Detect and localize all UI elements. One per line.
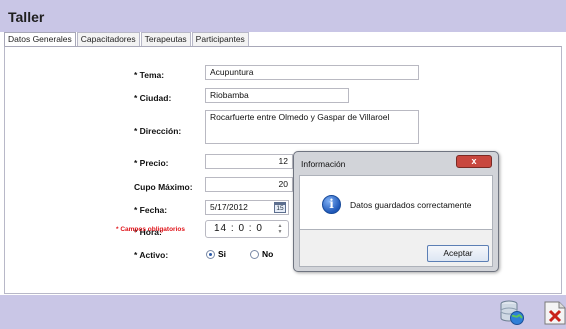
tab-datos-generales[interactable]: Datos Generales <box>4 32 76 47</box>
tab-strip: Datos Generales Capacitadores Terapeutas… <box>4 32 250 47</box>
radio-unselected-icon <box>250 249 259 259</box>
radio-selected-icon <box>206 249 215 259</box>
radio-no-label: No <box>262 249 274 259</box>
ciudad-input[interactable]: Riobamba <box>205 88 349 103</box>
tab-terapeutas[interactable]: Terapeutas <box>140 32 191 46</box>
activo-label: * Activo: <box>134 250 169 260</box>
save-database-icon[interactable] <box>498 298 526 326</box>
hora-timepicker[interactable]: 14 : 0 : 0 ▲ ▼ <box>205 220 289 238</box>
window-title: Taller <box>8 9 45 25</box>
activo-radio-si[interactable]: Si <box>206 249 226 259</box>
ciudad-label: * Ciudad: <box>134 93 172 103</box>
required-fields-note: * Campos obligatorios <box>116 226 185 233</box>
app-window: Taller Datos Generales Capacitadores Ter… <box>0 0 566 329</box>
info-icon: i <box>322 195 341 214</box>
cupo-label: Cupo Máximo: <box>134 182 193 192</box>
tema-input[interactable]: Acupuntura <box>205 65 419 80</box>
delete-icon[interactable] <box>541 298 566 326</box>
footer-bar <box>0 295 566 329</box>
activo-radio-no[interactable]: No <box>250 249 273 259</box>
calendar-icon[interactable]: 15 <box>274 202 286 213</box>
cupo-input[interactable]: 20 <box>205 177 293 192</box>
tab-capacitadores[interactable]: Capacitadores <box>76 32 140 46</box>
dialog-body: i Datos guardados correctamente <box>299 175 493 230</box>
fecha-datepicker[interactable]: 5/17/2012 15 <box>205 200 289 215</box>
spinner-arrows-icon[interactable]: ▲ ▼ <box>277 223 284 236</box>
fecha-label: * Fecha: <box>134 205 168 215</box>
direccion-label: * Dirección: <box>134 126 182 136</box>
dialog-close-button[interactable]: x <box>456 155 492 168</box>
tema-label: * Tema: <box>134 70 165 80</box>
precio-label: * Precio: <box>134 158 169 168</box>
info-dialog: Información x i Datos guardados correcta… <box>293 151 499 272</box>
hora-value: 14 : 0 : 0 <box>214 223 263 234</box>
direccion-textarea[interactable]: Rocarfuerte entre Olmedo y Gaspar de Vil… <box>205 110 419 144</box>
radio-si-label: Si <box>218 249 227 259</box>
dialog-title: Información <box>301 159 346 169</box>
dialog-message: Datos guardados correctamente <box>350 200 472 210</box>
tab-participantes[interactable]: Participantes <box>191 32 249 46</box>
accept-button[interactable]: Aceptar <box>427 245 489 262</box>
fecha-value: 5/17/2012 <box>210 202 248 212</box>
header-bar: Taller <box>0 0 566 32</box>
precio-input[interactable]: 12 <box>205 154 293 169</box>
